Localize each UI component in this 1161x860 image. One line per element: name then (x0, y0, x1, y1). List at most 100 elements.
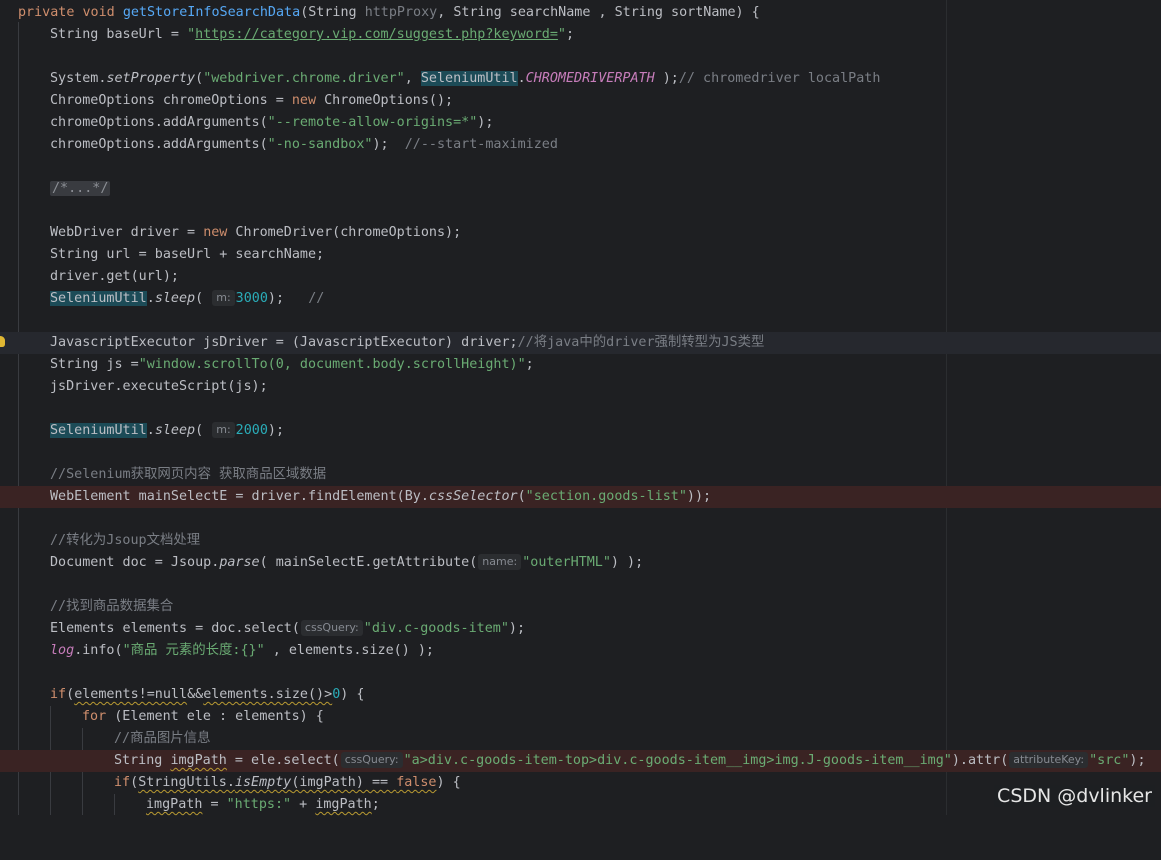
code-line[interactable]: System.setProperty("webdriver.chrome.dri… (0, 68, 1161, 90)
warning-text[interactable]: imgPath (170, 753, 226, 768)
string-literal: "section.goods-list" (525, 489, 687, 504)
warning-text[interactable]: elements.size()> (203, 687, 332, 702)
code-text: ( mainSelectE.getAttribute( (259, 555, 478, 570)
static-field[interactable]: CHROMEDRIVERPATH (526, 71, 655, 86)
string-literal: "-no-sandbox" (267, 137, 373, 152)
code-text: = (202, 797, 227, 812)
warning-text[interactable]: imgPath (315, 797, 371, 812)
static-method[interactable]: isEmpty (235, 775, 291, 790)
code-text: && (187, 687, 204, 702)
code-line[interactable]: if(StringUtils.isEmpty(imgPath) == false… (0, 772, 1161, 794)
code-text: ChromeOptions(); (316, 93, 454, 108)
code-line[interactable]: log.info("商品 元素的长度:{}" , elements.size()… (0, 640, 1161, 662)
static-method[interactable]: setProperty (106, 71, 195, 86)
code-text: ( (130, 775, 139, 790)
keyword: for (82, 709, 107, 724)
code-line[interactable]: WebDriver driver = new ChromeDriver(chro… (0, 222, 1161, 244)
code-line[interactable]: //找到商品数据集合 (0, 596, 1161, 618)
code-text: .info( (74, 643, 123, 658)
comment: //商品图片信息 (114, 731, 211, 746)
keyword: new (203, 225, 228, 240)
folded-comment-block[interactable]: /*...*/ (50, 181, 111, 196)
warning-text[interactable]: imgPath (146, 797, 202, 812)
string-literal: "--remote-allow-origins=*" (267, 115, 478, 130)
static-method[interactable]: parse (219, 555, 259, 570)
code-line[interactable]: /*...*/ (0, 178, 1161, 200)
warning-text[interactable]: StringUtils. (138, 775, 235, 790)
code-text: ) ); (610, 555, 644, 570)
code-text: (Element ele : elements) { (106, 709, 324, 724)
string-literal: "window.scrollTo(0, document.body.scroll… (138, 357, 526, 372)
number-literal: 3000 (235, 291, 268, 306)
comment: //转化为Jsoup文档处理 (50, 533, 201, 548)
static-method[interactable]: sleep (155, 423, 195, 438)
keyword: private (18, 5, 75, 20)
code-text: ( (195, 423, 212, 438)
code-editor[interactable]: private void getStoreInfoSearchData(Stri… (0, 0, 1161, 815)
code-line[interactable]: ChromeOptions chromeOptions = new Chrome… (0, 90, 1161, 112)
code-text: WebDriver driver = (50, 225, 204, 240)
warning-text[interactable]: elements!=null (74, 687, 187, 702)
code-text: . (517, 71, 526, 86)
static-method[interactable]: sleep (155, 291, 195, 306)
code-line-breakpoint[interactable]: String imgPath = ele.select(cssQuery: "a>… (0, 750, 1161, 772)
code-line[interactable]: for (Element ele : elements) { (0, 706, 1161, 728)
code-text: + (291, 797, 316, 812)
code-text: ( (66, 687, 75, 702)
parameter-hint: cssQuery: (300, 620, 363, 636)
code-line[interactable]: //Selenium获取网页内容 获取商品区域数据 (0, 464, 1161, 486)
code-text: ); (267, 291, 309, 306)
code-text: ; (565, 27, 575, 42)
code-line-breakpoint[interactable]: WebElement mainSelectE = driver.findElem… (0, 486, 1161, 508)
code-text: ChromeOptions chromeOptions = (50, 93, 292, 108)
url-link[interactable]: https://category.vip.com/suggest.php?key… (195, 27, 558, 42)
string-literal: "商品 元素的长度:{}" (122, 643, 265, 658)
code-text: ) { (436, 775, 461, 790)
code-line[interactable]: if(elements!=null&&elements.size()>0) { (0, 684, 1161, 706)
code-line[interactable]: Elements elements = doc.select(cssQuery:… (0, 618, 1161, 640)
unused-param[interactable]: httpProxy (365, 5, 438, 20)
warning-text[interactable]: (imgPath) == (291, 775, 396, 790)
comment: //将java中的driver强制转型为JS类型 (517, 335, 765, 350)
code-text: ); (372, 137, 405, 152)
static-method[interactable]: cssSelector (429, 489, 518, 504)
code-text: ); (477, 115, 494, 130)
static-field[interactable]: log (50, 643, 74, 658)
code-text: ( (195, 291, 212, 306)
class-reference-highlighted[interactable]: SeleniumUtil (50, 291, 147, 306)
class-reference-highlighted[interactable]: SeleniumUtil (50, 423, 147, 438)
code-line[interactable]: SeleniumUtil.sleep( m: 2000); (0, 420, 1161, 442)
code-line[interactable]: chromeOptions.addArguments("-no-sandbox"… (0, 134, 1161, 156)
code-text: JavascriptExecutor jsDriver = (Javascrip… (50, 335, 518, 350)
code-line[interactable]: String js ="window.scrollTo(0, document.… (0, 354, 1161, 376)
code-line[interactable]: Document doc = Jsoup.parse( mainSelectE.… (0, 552, 1161, 574)
comment: // chromedriver localPath (678, 71, 881, 86)
code-line[interactable]: //转化为Jsoup文档处理 (0, 530, 1161, 552)
method-name[interactable]: getStoreInfoSearchData (123, 5, 300, 20)
class-reference-highlighted[interactable]: SeleniumUtil (420, 71, 518, 86)
code-line[interactable]: String url = baseUrl + searchName; (0, 244, 1161, 266)
code-line[interactable]: imgPath = "https:" + imgPath; (0, 794, 1161, 816)
code-text: , String searchName , String sortName) { (437, 5, 760, 20)
code-text: Elements elements = doc.select( (50, 621, 300, 636)
parameter-hint: m: (212, 422, 235, 438)
code-text: String (114, 753, 171, 768)
keyword: if (50, 687, 67, 702)
code-line[interactable]: String baseUrl = "https://category.vip.c… (0, 24, 1161, 46)
code-line[interactable]: private void getStoreInfoSearchData(Stri… (0, 2, 1161, 24)
parameter-hint: m: (212, 290, 235, 306)
code-text: ( (517, 489, 526, 504)
code-line-current[interactable]: JavascriptExecutor jsDriver = (Javascrip… (0, 332, 1161, 354)
code-line[interactable]: SeleniumUtil.sleep( m: 3000); // (0, 288, 1161, 310)
code-line[interactable]: chromeOptions.addArguments("--remote-all… (0, 112, 1161, 134)
code-line[interactable]: driver.get(url); (0, 266, 1161, 288)
keyword: false (396, 775, 437, 790)
code-text: = ele.select( (226, 753, 340, 768)
lightbulb-icon[interactable] (0, 336, 5, 347)
code-line[interactable]: //商品图片信息 (0, 728, 1161, 750)
code-text: chromeOptions.addArguments( (50, 115, 268, 130)
code-line[interactable]: jsDriver.executeScript(js); (0, 376, 1161, 398)
code-text: ( (195, 71, 204, 86)
code-text: WebElement mainSelectE = driver.findElem… (50, 489, 429, 504)
code-text: Document doc = Jsoup. (50, 555, 220, 570)
